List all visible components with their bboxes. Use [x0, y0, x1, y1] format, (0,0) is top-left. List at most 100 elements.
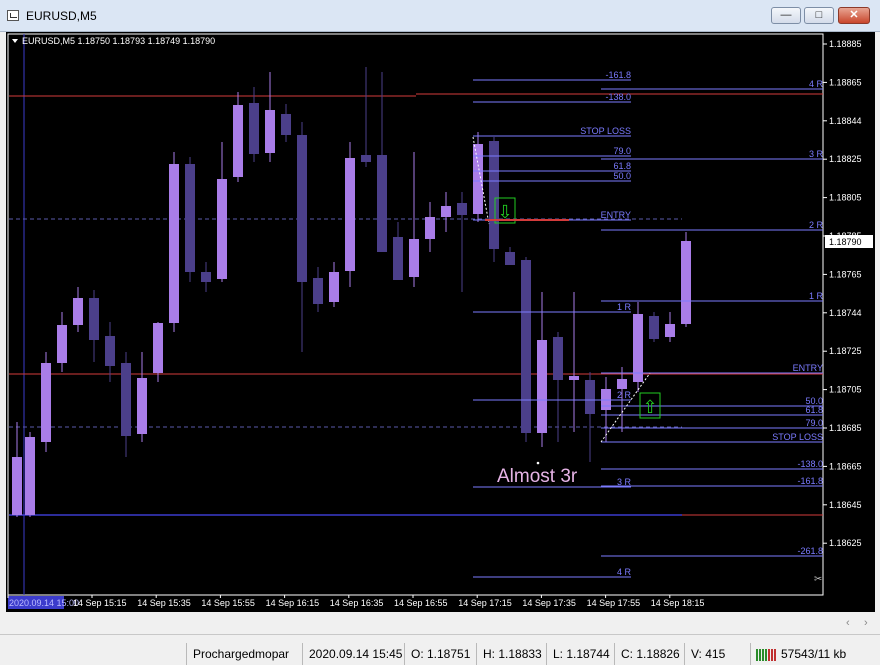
short-level-label: 79.0 [613, 146, 631, 156]
buy-arrow-icon: ⇧ [642, 397, 657, 417]
candle-body [569, 376, 579, 380]
candle-body [457, 203, 467, 215]
candle-body [329, 272, 339, 302]
long-level-label: 79.0 [805, 418, 823, 428]
restore-button[interactable]: □ [804, 7, 834, 24]
window-title: EURUSD,M5 [26, 9, 97, 23]
candle-body [57, 325, 67, 363]
long-level-label: -138.0 [797, 459, 823, 469]
candle-body [73, 298, 83, 325]
candle-body [121, 363, 131, 436]
price-tick-label: 1.18744 [829, 308, 862, 318]
time-tick-label: 14 Sep 16:55 [394, 598, 448, 608]
short-level-label: ENTRY [601, 210, 631, 220]
long-r-level-label: 2 R [617, 390, 632, 400]
short-level-label: 61.8 [613, 161, 631, 171]
long-r-level-label: 1 R [617, 302, 632, 312]
short-r-level-label: 2 R [809, 220, 824, 230]
candle-body [201, 272, 211, 282]
candle-body [153, 323, 163, 373]
short-level-label: 50.0 [613, 171, 631, 181]
candle-body [345, 158, 355, 271]
candle-body [505, 252, 515, 265]
status-profile[interactable]: Prochargedmopar [186, 643, 302, 665]
candle-body [265, 110, 275, 153]
price-tick-label: 1.18705 [829, 385, 862, 395]
candle-body [297, 135, 307, 282]
candle-body [89, 298, 99, 340]
candle-body [25, 437, 35, 515]
annotation-dot [536, 461, 540, 465]
chart-header: EURUSD,M5 1.18750 1.18793 1.18749 1.1879… [22, 36, 215, 46]
scroll-left-icon[interactable]: ‹ [846, 617, 850, 629]
time-tick-label: 14 Sep 17:15 [458, 598, 512, 608]
short-level-label: -161.8 [605, 70, 631, 80]
price-tick-label: 1.18665 [829, 461, 862, 471]
status-low: L: 1.18744 [546, 643, 614, 665]
status-bar: Prochargedmopar 2020.09.14 15:45 O: 1.18… [0, 634, 880, 665]
price-tick-label: 1.18725 [829, 346, 862, 356]
price-tick-label: 1.18805 [829, 193, 862, 203]
candle-body [649, 316, 659, 339]
annotation-text: Almost 3r [497, 466, 578, 487]
status-datetime: 2020.09.14 15:45 [302, 643, 404, 665]
candle-body [41, 363, 51, 442]
long-level-label: STOP LOSS [772, 432, 823, 442]
candle-body [393, 237, 403, 280]
long-level-label: ENTRY [793, 363, 823, 373]
candle-body [361, 155, 371, 162]
candle-body [425, 217, 435, 239]
long-level-label: -161.8 [797, 476, 823, 486]
short-level-label: -138.0 [605, 92, 631, 102]
price-tick-label: 1.18865 [829, 77, 862, 87]
long-r-level-label: 3 R [617, 477, 632, 487]
horizontal-scrollbar[interactable]: ‹ › [0, 614, 880, 634]
price-axis: 1.18885 1.18865 1.18844 1.18825 1.18805 1.187… [823, 39, 862, 548]
price-chart[interactable]: -161.8 -138.0 STOP LOSS 79.0 61.850.0 ENTRY 4 … [6, 32, 875, 612]
candle-body [377, 155, 387, 252]
candle-body [105, 336, 115, 366]
candle-body [681, 241, 691, 324]
candle-body [553, 337, 563, 380]
connection-bars-icon [756, 649, 776, 661]
candle-body [489, 141, 499, 249]
candle-body [537, 340, 547, 433]
candle-body [249, 103, 259, 154]
candle-body [665, 324, 675, 337]
short-r-level-label: 1 R [809, 291, 824, 301]
current-price-label: 1.18790 [829, 237, 862, 247]
candle-body [12, 457, 22, 515]
time-tick-label: 14 Sep 18:15 [651, 598, 705, 608]
candle-body [169, 164, 179, 323]
status-open: O: 1.18751 [404, 643, 476, 665]
candle-body [281, 114, 291, 135]
scissors-icon[interactable]: ✂ [814, 574, 822, 585]
price-tick-label: 1.18825 [829, 154, 862, 164]
plot-border [7, 33, 824, 596]
status-high: H: 1.18833 [476, 643, 546, 665]
candle-body [409, 239, 419, 277]
status-close: C: 1.18826 [614, 643, 684, 665]
candle-body [137, 378, 147, 434]
price-tick-label: 1.18645 [829, 500, 862, 510]
time-tick-label: 14 Sep 15:35 [137, 598, 191, 608]
candle-body [633, 314, 643, 382]
time-tick-label: 14 Sep 15:55 [201, 598, 255, 608]
candle-body [185, 164, 195, 272]
candle-body [217, 179, 227, 279]
chart-window-icon [7, 10, 19, 21]
price-tick-label: 1.18885 [829, 39, 862, 49]
long-r-level-label: 4 R [617, 567, 632, 577]
time-tick-label: 14 Sep 15:15 [73, 598, 127, 608]
scroll-right-icon[interactable]: › [864, 617, 868, 629]
candle-body [585, 380, 595, 414]
status-volume: V: 415 [684, 643, 750, 665]
chart-menu-arrow-icon[interactable] [12, 39, 18, 43]
close-button[interactable]: ✕ [838, 7, 870, 24]
long-level-label: -261.8 [797, 546, 823, 556]
chart-area[interactable]: -161.8 -138.0 STOP LOSS 79.0 61.8 50.0 ENTRY 4 … [6, 32, 875, 612]
minimize-button[interactable]: — [771, 7, 801, 24]
candle-body [521, 260, 531, 433]
short-r-level-label: 4 R [809, 79, 824, 89]
candle-body [441, 206, 451, 217]
